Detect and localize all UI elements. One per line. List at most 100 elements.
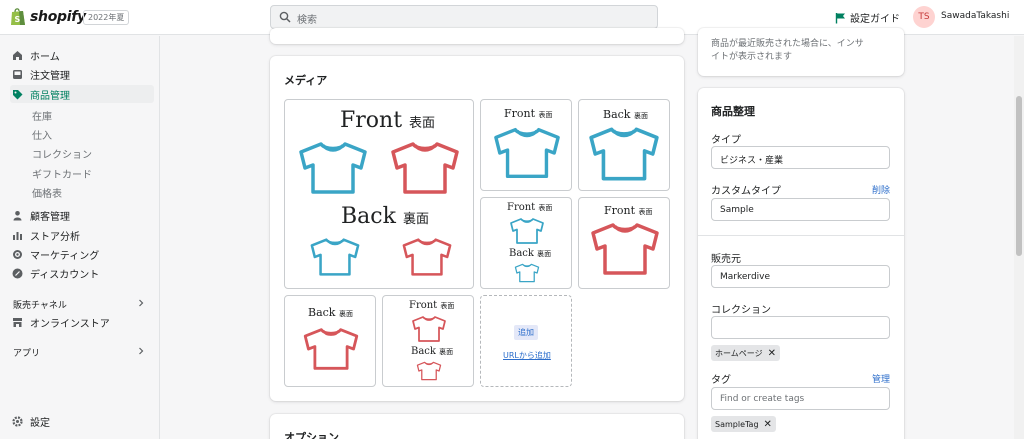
tile-label-en: Back (603, 108, 631, 121)
chevron-right-icon[interactable] (137, 347, 145, 355)
tile-label-en: Front (409, 300, 438, 311)
sales-channels-heading: 販売チャネル (13, 301, 67, 311)
tshirt-red-icon (589, 220, 661, 278)
media-tile-back-blue[interactable]: Back 裏面 (578, 99, 670, 191)
person-icon (10, 208, 24, 222)
media-tile-back-red[interactable]: Back 裏面 (284, 295, 376, 387)
tile-label: Back 裏面 (509, 248, 551, 259)
sidebar-item-settings[interactable]: 設定 (10, 412, 154, 430)
sidebar-item-home[interactable]: ホーム (10, 46, 154, 64)
tile-label-en: Back (308, 306, 336, 319)
media-tile-front-blue[interactable]: Front 表面 (480, 99, 572, 191)
sidebar-item-label: 注文管理 (30, 70, 70, 82)
tile-label-jp: 表面 (538, 111, 553, 119)
vendor-field[interactable]: Markerdive (711, 265, 890, 288)
shopify-bag-icon: S (11, 8, 25, 25)
tshirt-blue-icon (309, 236, 361, 278)
sidebar-item-label: オンラインストア (30, 318, 110, 330)
store-icon (10, 315, 24, 329)
sidebar-subitem-price-lists[interactable]: 価格表 (32, 185, 62, 200)
organization-title: 商品整理 (711, 105, 755, 118)
tshirt-blue-icon (509, 217, 545, 245)
tile-label-jp: 裏面 (537, 250, 552, 258)
inbox-icon (10, 67, 24, 81)
tile-label-jp: 表面 (440, 302, 455, 310)
sidebar-item-online-store[interactable]: オンラインストア (10, 313, 154, 331)
tshirt-red-icon (302, 326, 360, 372)
tag-icon (10, 87, 24, 101)
chevron-right-icon[interactable] (137, 299, 145, 307)
discount-icon (10, 266, 24, 280)
sidebar-item-orders[interactable]: 注文管理 (10, 65, 154, 83)
media-tile-front-back-red[interactable]: Front 表面 Back 裏面 (382, 295, 474, 387)
sidebar-subitem-purchase[interactable]: 仕入 (32, 127, 52, 142)
close-icon[interactable]: ✕ (764, 419, 772, 430)
insights-text-line: イトが表示されます (711, 52, 793, 62)
tags-manage-link[interactable]: 管理 (872, 372, 890, 385)
tile-label: Front 表面 (507, 202, 552, 213)
edition-badge: 2022年夏 (83, 10, 130, 25)
username[interactable]: SawadaTakashi (941, 11, 1009, 21)
sidebar-item-label: ホーム (30, 51, 60, 63)
tag-pill-label: SampleTag (715, 419, 759, 429)
custom-type-field[interactable]: Sample (711, 198, 890, 221)
tile-label-jp: 裏面 (633, 112, 648, 120)
add-media-button[interactable]: 追加 (514, 325, 538, 340)
tile-label-en: Back (341, 204, 396, 229)
tile-label-en: Back (411, 346, 436, 357)
previous-card (270, 28, 684, 44)
search-input[interactable]: 検索 (270, 5, 658, 29)
divider (698, 235, 904, 236)
shopify-logo[interactable]: S shopify (10, 7, 86, 26)
media-dropzone[interactable]: 追加 URLから追加 (480, 295, 572, 387)
search-icon (279, 11, 291, 23)
sidebar-subitem-inventory[interactable]: 在庫 (32, 108, 52, 123)
setup-guide-button[interactable]: 設定ガイド (835, 10, 900, 25)
sidebar-subitem-gift-cards[interactable]: ギフトカード (32, 166, 92, 181)
home-icon (10, 48, 24, 62)
custom-type-delete-link[interactable]: 削除 (872, 183, 890, 196)
tags-label: タグ (711, 375, 731, 386)
custom-type-label: カスタムタイプ (711, 186, 781, 197)
tags-input[interactable]: Find or create tags (711, 387, 890, 410)
media-tile-front-back-large[interactable]: Front 表面 Back 裏面 (284, 99, 474, 289)
type-label: タイプ (711, 135, 741, 146)
tile-label: Back 裏面 (411, 346, 453, 357)
collection-field[interactable] (711, 316, 890, 339)
tshirt-blue-icon (514, 262, 540, 284)
tile-label-en: Front (507, 202, 536, 213)
target-icon (10, 247, 24, 261)
add-from-url-link[interactable]: URLから追加 (503, 350, 551, 361)
tshirt-red-icon (416, 360, 442, 382)
svg-text:S: S (15, 15, 21, 24)
tile-label-jp: 表面 (638, 208, 653, 216)
sidebar-subitem-collections[interactable]: コレクション (32, 146, 92, 161)
sidebar-item-products[interactable]: 商品管理 (10, 85, 154, 103)
tshirt-blue-icon (492, 125, 562, 181)
avatar[interactable]: TS (913, 6, 935, 28)
scrollbar[interactable] (1014, 36, 1024, 439)
media-tile-front-back-blue[interactable]: Front 表面 Back 裏面 (480, 197, 572, 289)
sidebar-item-discounts[interactable]: ディスカウント (10, 264, 154, 282)
tile-label: Back 裏面 (603, 108, 648, 121)
tag-pill: SampleTag ✕ (711, 416, 776, 432)
sidebar-item-marketing[interactable]: マーケティング (10, 245, 154, 263)
sidebar-item-label: 顧客管理 (30, 211, 70, 223)
sidebar-item-label: ディスカウント (30, 269, 100, 281)
gear-icon (10, 414, 24, 428)
scrollbar-thumb[interactable] (1016, 96, 1022, 256)
tile-label: Back 裏面 (308, 306, 353, 319)
options-title: オプション (284, 431, 339, 439)
tile-label: Back 裏面 (341, 204, 429, 229)
sidebar-item-analytics[interactable]: ストア分析 (10, 226, 154, 244)
tile-label: Front 表面 (504, 107, 553, 120)
media-tile-front-red[interactable]: Front 表面 (578, 197, 670, 289)
tile-label: Front 表面 (409, 300, 454, 311)
collection-pill: ホームページ ✕ (711, 345, 780, 361)
close-icon[interactable]: ✕ (768, 348, 776, 359)
sidebar-item-label: 商品管理 (30, 90, 70, 102)
insights-text-line: 商品が最近販売された場合に、インサ (711, 39, 864, 49)
flag-icon (835, 12, 845, 23)
sidebar-item-customers[interactable]: 顧客管理 (10, 206, 154, 224)
type-field[interactable]: ビジネス・産業 (711, 146, 890, 169)
